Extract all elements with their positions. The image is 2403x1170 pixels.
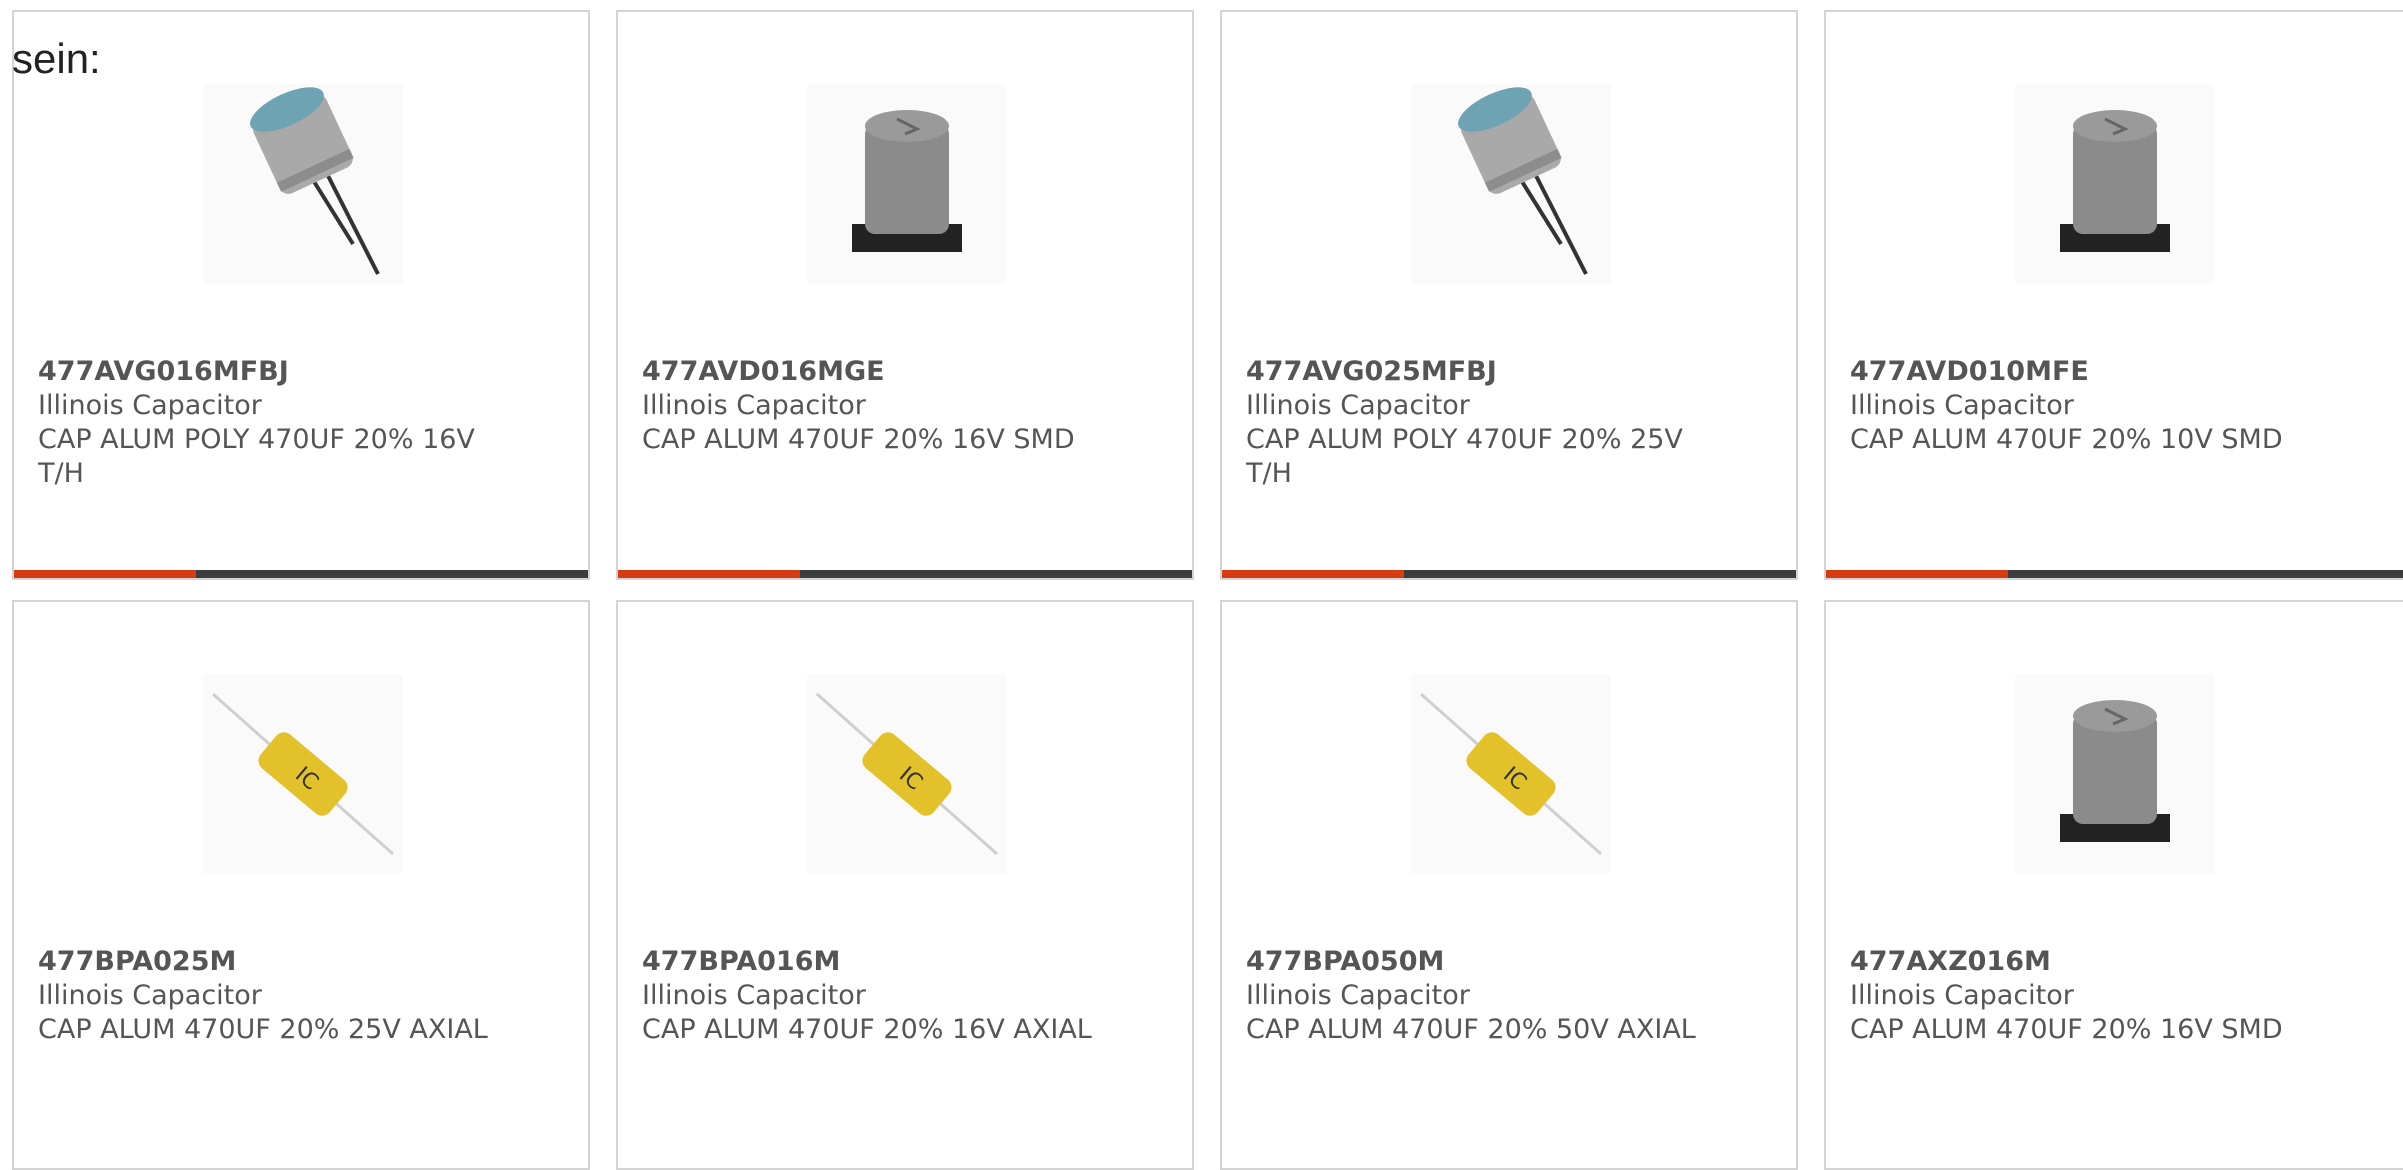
radial-capacitor-icon [203,84,403,284]
smd-capacitor-icon [2015,84,2215,284]
product-card[interactable]: IC 477BPA016M Illinois Capacitor CAP ALU… [616,600,1194,1170]
product-card[interactable]: IC 477BPA025M Illinois Capacitor CAP ALU… [12,600,590,1170]
description-line-1: CAP ALUM POLY 470UF 20% 16V [38,424,475,455]
part-number[interactable]: 477BPA025M [38,945,558,979]
description-line-1: CAP ALUM 470UF 20% 25V AXIAL [38,1014,488,1045]
part-number[interactable]: 477BPA050M [1246,945,1766,979]
description-line-1: CAP ALUM 470UF 20% 16V AXIAL [642,1014,1092,1045]
card-bar-accent [618,570,800,578]
product-card[interactable]: 477AVD016MGE Illinois Capacitor CAP ALUM… [616,10,1194,580]
card-bar-accent [14,570,196,578]
part-number[interactable]: 477AVG025MFBJ [1246,355,1766,389]
description-line-2: T/H [38,458,84,489]
manufacturer: Illinois Capacitor [642,390,866,421]
manufacturer: Illinois Capacitor [1850,980,2074,1011]
product-card[interactable]: 477AVG025MFBJ Illinois Capacitor CAP ALU… [1220,10,1798,580]
axial-capacitor-icon: IC [203,674,403,874]
description-line-1: CAP ALUM 470UF 20% 50V AXIAL [1246,1014,1696,1045]
smd-capacitor-icon [2015,674,2215,874]
manufacturer: Illinois Capacitor [1246,980,1470,1011]
card-bar [14,570,588,578]
product-card[interactable]: IC 477BPA050M Illinois Capacitor CAP ALU… [1220,600,1798,1170]
part-number[interactable]: 477AXZ016M [1850,945,2370,979]
manufacturer: Illinois Capacitor [642,980,866,1011]
part-number[interactable]: 477AVD010MFE [1850,355,2370,389]
card-bar-accent [1826,570,2008,578]
manufacturer: Illinois Capacitor [38,980,262,1011]
description-line-1: CAP ALUM 470UF 20% 16V SMD [642,424,1075,455]
lead-text: sein: [12,35,101,82]
axial-capacitor-icon: IC [1411,674,1611,874]
product-card[interactable]: 477AXZ016M Illinois Capacitor CAP ALUM 4… [1824,600,2403,1170]
radial-capacitor-icon [1411,84,1611,284]
description-line-1: CAP ALUM POLY 470UF 20% 25V [1246,424,1683,455]
description-line-2: T/H [1246,458,1292,489]
product-grid: 477AVG016MFBJ Illinois Capacitor CAP ALU… [0,0,2403,1170]
manufacturer: Illinois Capacitor [38,390,262,421]
description-line-1: CAP ALUM 470UF 20% 10V SMD [1850,424,2283,455]
card-bar [1222,570,1796,578]
card-bar [1826,570,2403,578]
card-bar-accent [1222,570,1404,578]
product-card[interactable]: 477AVD010MFE Illinois Capacitor CAP ALUM… [1824,10,2403,580]
part-number[interactable]: 477BPA016M [642,945,1162,979]
part-number[interactable]: 477AVD016MGE [642,355,1162,389]
smd-capacitor-icon [807,84,1007,284]
card-bar [618,570,1192,578]
product-card[interactable]: 477AVG016MFBJ Illinois Capacitor CAP ALU… [12,10,590,580]
axial-capacitor-icon: IC [807,674,1007,874]
manufacturer: Illinois Capacitor [1246,390,1470,421]
part-number[interactable]: 477AVG016MFBJ [38,355,558,389]
manufacturer: Illinois Capacitor [1850,390,2074,421]
description-line-1: CAP ALUM 470UF 20% 16V SMD [1850,1014,2283,1045]
